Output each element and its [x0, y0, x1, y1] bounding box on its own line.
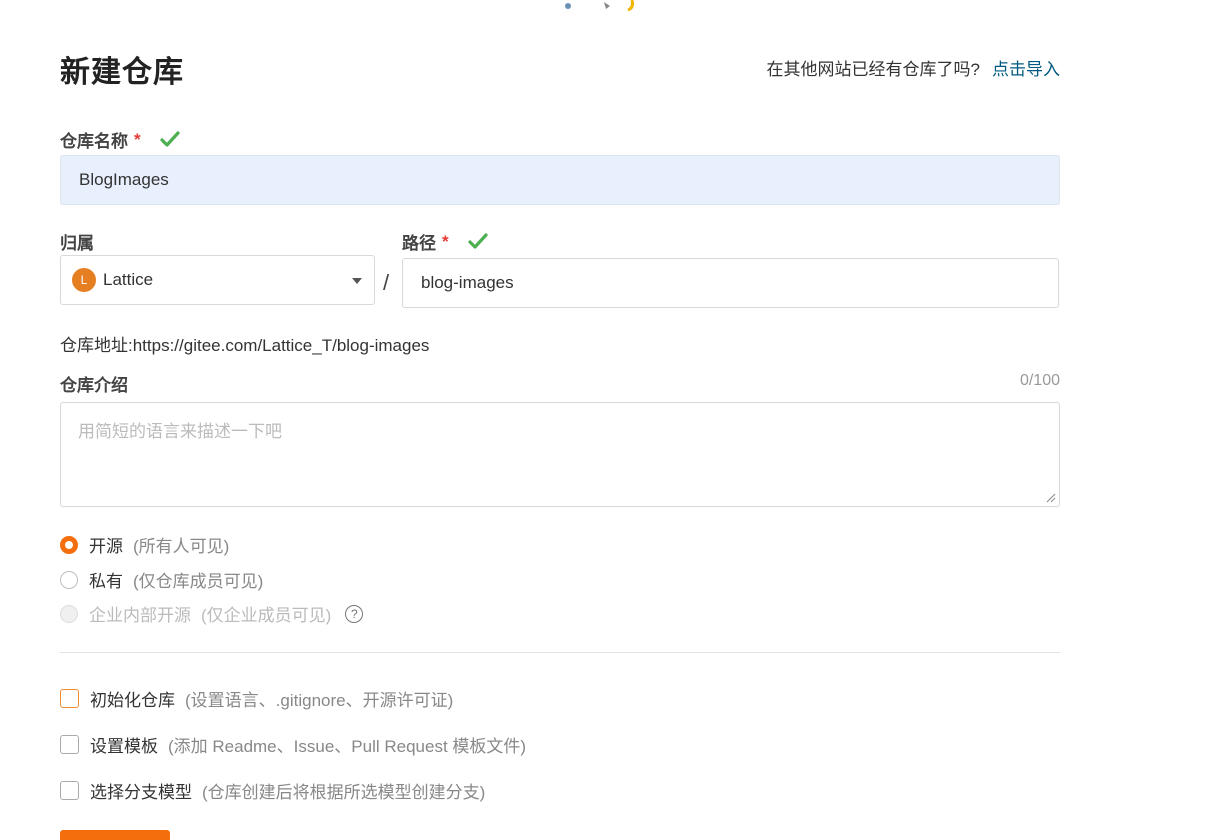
owner-label-text: 归属: [60, 234, 94, 253]
import-prompt: 在其他网站已经有仓库了吗? 点击导入: [767, 55, 1060, 80]
radio-hint: (所有人可见): [133, 537, 230, 556]
option-hint: (添加 Readme、Issue、Pull Request 模板文件): [168, 737, 527, 756]
radio-button: [60, 604, 78, 623]
repo-address: 仓库地址:https://gitee.com/Lattice_T/blog-im…: [60, 336, 430, 355]
checkbox[interactable]: [60, 735, 79, 754]
option-label: 选择分支模型: [90, 783, 192, 802]
path-input[interactable]: blog-images: [402, 258, 1059, 308]
resize-handle-icon[interactable]: [1046, 493, 1056, 503]
avatar: L: [72, 268, 96, 292]
description-label: 仓库介绍: [60, 371, 128, 396]
logo-fragment-icon: [565, 0, 634, 12]
radio-label: 企业内部开源: [89, 606, 191, 625]
description-placeholder: 用简短的语言来描述一下吧: [78, 422, 282, 441]
owner-label: 归属: [60, 229, 94, 254]
valid-check-icon: [160, 130, 180, 147]
option-label: 设置模板: [90, 737, 158, 756]
repo-name-value: BlogImages: [79, 170, 169, 189]
repo-name-input[interactable]: BlogImages: [60, 155, 1060, 205]
option-label: 初始化仓库: [90, 691, 175, 710]
char-counter: 0/100: [1019, 372, 1060, 389]
radio-enterprise-internal: 企业内部开源 (仅企业成员可见) ?: [60, 601, 364, 626]
option-set-template[interactable]: 设置模板 (添加 Readme、Issue、Pull Request 模板文件): [60, 732, 526, 757]
chevron-down-icon: [352, 278, 362, 284]
path-separator: /: [383, 270, 390, 295]
radio-button[interactable]: [60, 570, 78, 589]
owner-value: Lattice: [103, 270, 154, 289]
radio-label: 私有: [89, 572, 123, 591]
import-link[interactable]: 点击导入: [992, 60, 1060, 79]
required-mark: *: [442, 231, 449, 251]
description-textarea[interactable]: 用简短的语言来描述一下吧: [60, 402, 1060, 507]
radio-hint: (仅企业成员可见): [201, 606, 332, 625]
create-button[interactable]: [60, 830, 170, 840]
valid-check-icon: [468, 232, 488, 249]
option-branch-model[interactable]: 选择分支模型 (仓库创建后将根据所选模型创建分支): [60, 778, 485, 803]
divider: [60, 652, 1060, 653]
radio-private[interactable]: 私有 (仅仓库成员可见): [60, 567, 263, 592]
checkbox[interactable]: [60, 689, 79, 708]
option-hint: (仓库创建后将根据所选模型创建分支): [202, 783, 486, 802]
path-value: blog-images: [421, 273, 514, 292]
repo-name-label: 仓库名称 *: [60, 127, 181, 152]
owner-select[interactable]: L Lattice: [60, 255, 375, 305]
page-title: 新建仓库: [60, 56, 184, 89]
radio-label: 开源: [89, 537, 123, 556]
checkbox[interactable]: [60, 781, 79, 800]
option-init-repo[interactable]: 初始化仓库 (设置语言、.gitignore、开源许可证): [60, 686, 453, 711]
radio-public[interactable]: 开源 (所有人可见): [60, 532, 229, 557]
radio-hint: (仅仓库成员可见): [133, 572, 264, 591]
radio-button[interactable]: [60, 535, 78, 554]
path-label-text: 路径: [402, 234, 436, 253]
import-prompt-text: 在其他网站已经有仓库了吗?: [766, 60, 980, 79]
required-mark: *: [134, 129, 141, 149]
option-hint: (设置语言、.gitignore、开源许可证): [185, 691, 454, 710]
help-icon[interactable]: ?: [345, 604, 364, 623]
repo-name-label-text: 仓库名称: [60, 132, 128, 151]
path-label: 路径 *: [402, 229, 489, 254]
description-label-text: 仓库介绍: [60, 376, 128, 395]
